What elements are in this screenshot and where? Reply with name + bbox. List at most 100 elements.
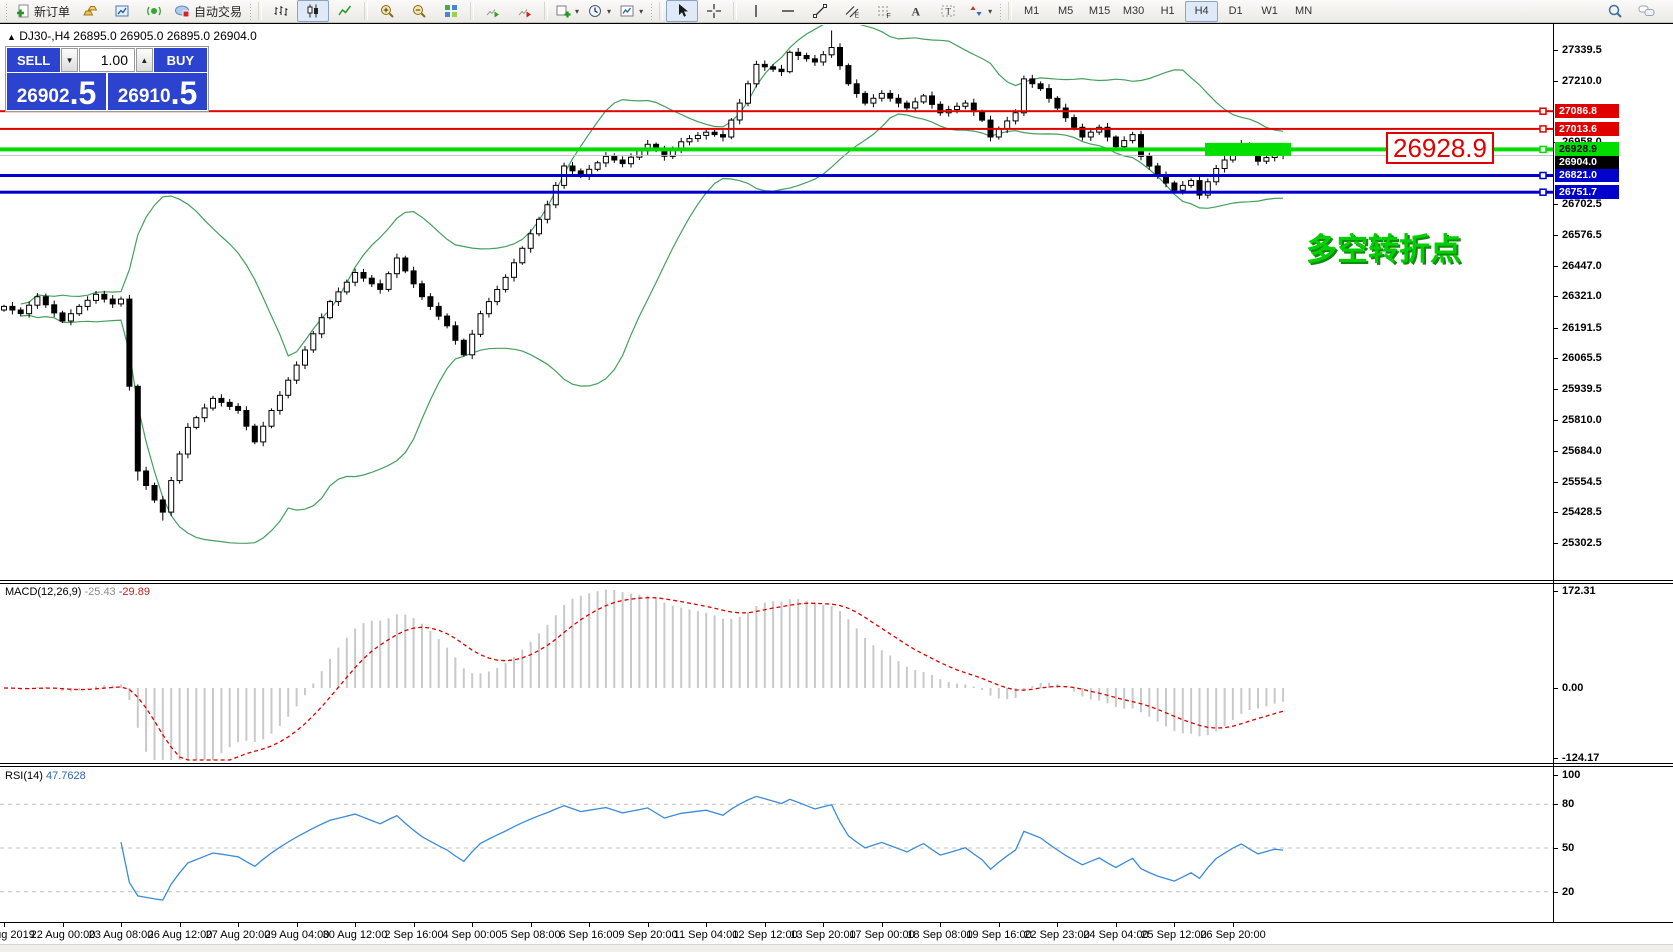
time-axis-tick <box>765 923 766 927</box>
price-callout-label[interactable]: 26928.9 <box>1386 132 1494 164</box>
time-axis-label: 30 Aug 12:00 <box>323 929 388 941</box>
bar-chart-button[interactable] <box>265 0 297 22</box>
auto-trading-button[interactable]: 自动交易 <box>170 0 246 22</box>
macd-signal-value: -29.89 <box>119 586 150 598</box>
price-axis[interactable]: 27339.527210.026958.026702.526576.526447… <box>1553 24 1673 922</box>
toolbar-grip[interactable] <box>4 2 9 20</box>
price-tag-26928.9: 26928.9 <box>1555 142 1619 156</box>
buy-price-display[interactable]: 26910.5 <box>108 73 207 110</box>
horizontal-line-button[interactable] <box>772 0 804 22</box>
time-axis-tick <box>1116 923 1117 927</box>
collapse-marker-icon[interactable]: ▲ <box>7 32 16 42</box>
rsi-value: 47.7628 <box>46 770 86 782</box>
line-chart-button[interactable] <box>329 0 361 22</box>
axis-tick-label: 25302.5 <box>1562 537 1602 549</box>
zoom-out-button[interactable] <box>403 0 435 22</box>
axis-tick <box>1554 50 1558 51</box>
main-price-chart[interactable] <box>0 25 1553 581</box>
signal-button[interactable] <box>138 0 170 22</box>
text-label-button[interactable]: T <box>932 0 964 22</box>
timeframe-button-M5[interactable]: M5 <box>1049 1 1082 22</box>
toolbar-grip[interactable] <box>649 2 654 20</box>
cursor-icon <box>674 3 690 19</box>
new-order-icon <box>15 3 31 19</box>
crosshair-icon <box>706 3 722 19</box>
axis-tick <box>1554 848 1558 849</box>
timeframe-button-M30[interactable]: M30 <box>1117 1 1150 22</box>
vertical-line-button[interactable] <box>740 0 772 22</box>
equidistant-channel-button[interactable]: E <box>836 0 868 22</box>
time-axis-tick <box>1233 923 1234 927</box>
timeframe-button-H4[interactable]: H4 <box>1185 1 1218 22</box>
new-order-label: 新订单 <box>34 3 70 20</box>
status-strip <box>0 944 1673 952</box>
new-order-button[interactable]: 新订单 <box>11 0 74 22</box>
macd-panel[interactable] <box>0 584 1553 763</box>
sell-button[interactable]: SELL <box>7 48 60 72</box>
toolbar-grip[interactable] <box>998 2 1003 20</box>
auto-scroll-button[interactable] <box>477 0 509 22</box>
crosshair-button[interactable] <box>698 0 730 22</box>
axis-tick <box>1554 591 1558 592</box>
time-axis-label: 29 Aug 04:00 <box>265 929 330 941</box>
new-chart-dropdown-button[interactable]: ▾ <box>551 0 583 22</box>
zoom-out-icon <box>411 3 427 19</box>
line-chart-icon <box>337 3 353 19</box>
axis-tick-label: 25684.0 <box>1562 445 1602 457</box>
time-axis-label: 13 Sep 20:00 <box>790 929 855 941</box>
charts-window-button[interactable] <box>106 0 138 22</box>
arrows-dropdown-button[interactable]: ▾ <box>964 0 996 22</box>
volume-increase-button[interactable]: ▲ <box>136 48 153 72</box>
timeframe-button-D1[interactable]: D1 <box>1219 1 1252 22</box>
symbol-header: ▲ DJ30-,H4 26895.0 26905.0 26895.0 26904… <box>7 29 257 43</box>
chart-shift-button[interactable] <box>509 0 541 22</box>
axis-tick <box>1554 420 1558 421</box>
axis-tick-label: 100 <box>1562 769 1580 781</box>
timeframe-button-W1[interactable]: W1 <box>1253 1 1286 22</box>
time-axis-tick <box>648 923 649 927</box>
periods-dropdown-button[interactable]: ▾ <box>583 0 615 22</box>
trendline-button[interactable] <box>804 0 836 22</box>
text-label-icon: T <box>940 3 956 19</box>
toolbar-separator <box>544 2 548 20</box>
timeframe-button-H1[interactable]: H1 <box>1151 1 1184 22</box>
toolbar-separator <box>733 2 737 20</box>
tile-windows-button[interactable] <box>435 0 467 22</box>
signal-icon <box>146 3 162 19</box>
timeframe-button-M1[interactable]: M1 <box>1015 1 1048 22</box>
time-axis-tick <box>1057 923 1058 927</box>
toolbar-grip[interactable] <box>248 2 253 20</box>
chart-annotation-text[interactable]: 多空转折点 <box>1306 224 1461 269</box>
templates-dropdown-button[interactable]: ▾ <box>615 0 647 22</box>
axis-tick-label: 26191.5 <box>1562 322 1602 334</box>
search-button[interactable] <box>1599 0 1631 22</box>
time-axis-label: 18 Sep 08:00 <box>907 929 972 941</box>
chat-button[interactable] <box>1631 0 1663 22</box>
cursor-button[interactable] <box>666 0 698 22</box>
toolbar-separator <box>364 2 368 20</box>
axis-tick-label: 25428.5 <box>1562 506 1602 518</box>
volume-input[interactable] <box>79 48 135 72</box>
candlestick-chart-button[interactable] <box>297 0 329 22</box>
clock-icon <box>587 3 603 19</box>
auto-scroll-icon <box>485 3 501 19</box>
timeframe-button-MN[interactable]: MN <box>1287 1 1320 22</box>
axis-tick <box>1554 81 1558 82</box>
buy-button[interactable]: BUY <box>154 48 207 72</box>
sell-price-display[interactable]: 26902.5 <box>7 73 106 110</box>
zoom-in-button[interactable] <box>371 0 403 22</box>
rsi-panel[interactable] <box>0 767 1553 922</box>
text-button[interactable]: A <box>900 0 932 22</box>
bar-chart-icon <box>273 3 289 19</box>
timeframe-button-M15[interactable]: M15 <box>1083 1 1116 22</box>
axis-tick <box>1554 758 1558 759</box>
fibonacci-button[interactable]: F <box>868 0 900 22</box>
chart-window: ▲ DJ30-,H4 26895.0 26905.0 26895.0 26904… <box>0 23 1673 950</box>
time-axis-tick <box>1174 923 1175 927</box>
chevron-down-icon: ▾ <box>988 7 992 16</box>
price-tag-27086.8: 27086.8 <box>1555 104 1619 118</box>
axis-tick-label: 26576.5 <box>1562 229 1602 241</box>
time-axis-label: 4 Sep 00:00 <box>442 929 501 941</box>
market-watch-button[interactable] <box>74 0 106 22</box>
volume-decrease-button[interactable]: ▼ <box>61 48 78 72</box>
